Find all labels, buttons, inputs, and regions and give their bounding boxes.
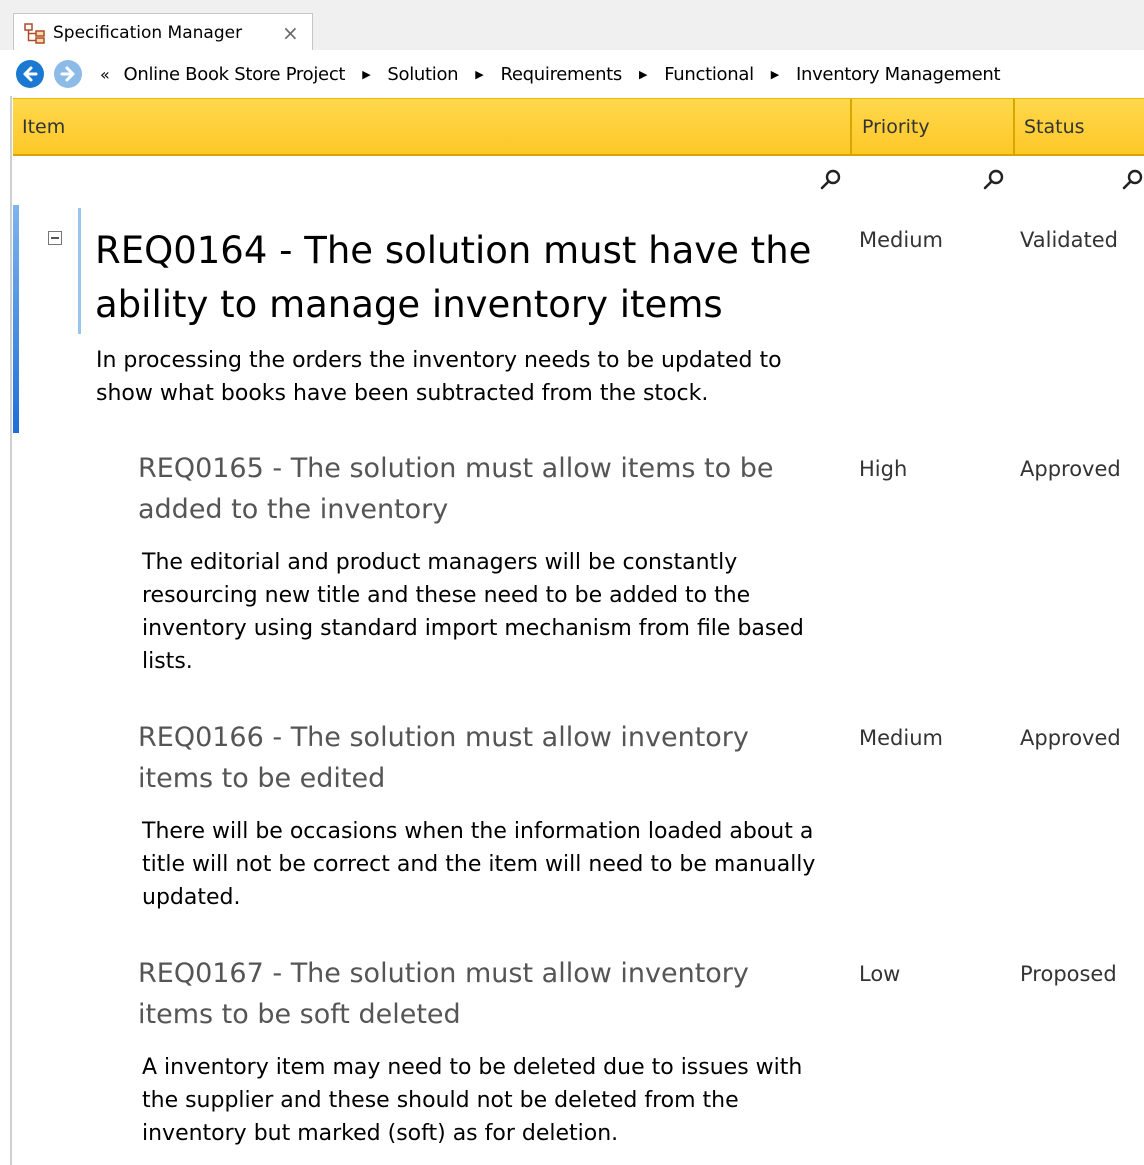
requirement-status[interactable]: Validated xyxy=(1020,228,1118,252)
search-icon[interactable] xyxy=(819,168,843,192)
collapse-icon[interactable] xyxy=(48,231,62,245)
arrow-right-icon xyxy=(60,66,75,82)
requirement-description[interactable]: In processing the orders the inventory n… xyxy=(96,344,836,410)
requirement-description[interactable]: There will be occasions when the informa… xyxy=(142,815,822,914)
search-icon[interactable] xyxy=(1121,168,1144,192)
requirement-title[interactable]: REQ0164 - The solution must have the abi… xyxy=(95,224,835,332)
breadcrumb-separator-icon: ▶ xyxy=(475,67,484,81)
requirement-description[interactable]: A inventory item may need to be deleted … xyxy=(142,1051,822,1150)
column-separator[interactable] xyxy=(850,99,852,155)
filter-row xyxy=(13,156,1144,202)
column-separator[interactable] xyxy=(1013,99,1015,155)
tab-title: Specification Manager xyxy=(53,23,243,43)
hierarchy-icon xyxy=(24,23,45,44)
selection-indicator xyxy=(13,205,19,433)
breadcrumb-overflow-button[interactable]: « xyxy=(100,65,110,84)
requirement-title[interactable]: REQ0165 - The solution must allow items … xyxy=(138,448,828,530)
requirement-priority[interactable]: High xyxy=(859,457,907,481)
breadcrumb-item-inventory-management[interactable]: Inventory Management xyxy=(796,64,1001,85)
requirement-status[interactable]: Approved xyxy=(1020,457,1121,481)
breadcrumb-separator-icon: ▶ xyxy=(362,67,371,81)
column-header-status[interactable]: Status xyxy=(1024,99,1085,155)
forward-button[interactable] xyxy=(54,60,82,88)
requirement-priority[interactable]: Medium xyxy=(859,726,943,750)
requirement-description[interactable]: The editorial and product managers will … xyxy=(142,546,822,678)
title-edit-indicator xyxy=(78,208,81,334)
requirement-priority[interactable]: Medium xyxy=(859,228,943,252)
requirement-priority[interactable]: Low xyxy=(859,962,900,986)
breadcrumb-item-solution[interactable]: Solution xyxy=(387,64,458,85)
tab-strip: Specification Manager × xyxy=(0,0,1144,50)
arrow-left-icon xyxy=(23,66,38,82)
breadcrumb-item-project[interactable]: Online Book Store Project xyxy=(124,64,346,85)
breadcrumb-item-requirements[interactable]: Requirements xyxy=(500,64,622,85)
frame-border xyxy=(10,96,12,1165)
requirement-status[interactable]: Approved xyxy=(1020,726,1121,750)
requirement-status[interactable]: Proposed xyxy=(1020,962,1117,986)
requirement-title[interactable]: REQ0167 - The solution must allow invent… xyxy=(138,953,828,1035)
column-header-item[interactable]: Item xyxy=(22,99,65,155)
requirement-title[interactable]: REQ0166 - The solution must allow invent… xyxy=(138,717,828,799)
search-icon[interactable] xyxy=(982,168,1006,192)
column-header: Item Priority Status xyxy=(13,98,1144,156)
breadcrumb-item-functional[interactable]: Functional xyxy=(664,64,754,85)
breadcrumb-separator-icon: ▶ xyxy=(770,67,779,81)
column-header-priority[interactable]: Priority xyxy=(862,99,930,155)
breadcrumb: « Online Book Store Project ▶ Solution ▶… xyxy=(100,60,1001,88)
tab-specification-manager[interactable]: Specification Manager × xyxy=(13,13,313,50)
back-button[interactable] xyxy=(16,60,44,88)
breadcrumb-separator-icon: ▶ xyxy=(639,67,648,81)
close-icon[interactable]: × xyxy=(282,21,299,45)
